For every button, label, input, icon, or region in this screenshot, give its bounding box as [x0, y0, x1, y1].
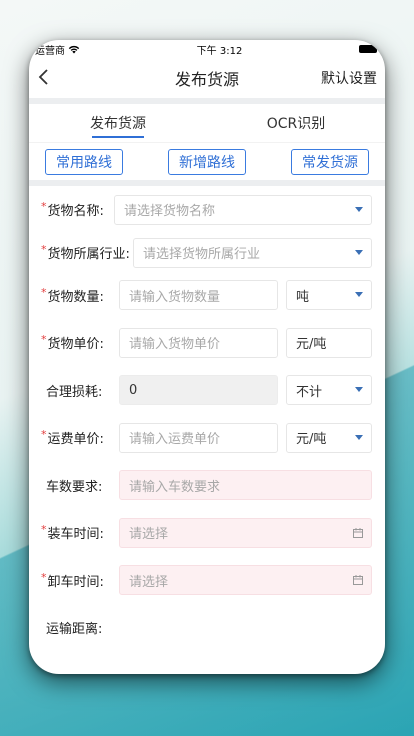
quantity-unit-select[interactable]: 吨: [286, 280, 372, 311]
quantity-input[interactable]: 请输入货物数量: [119, 280, 278, 311]
required-mark: *: [41, 243, 47, 256]
status-time: 下午 3:12: [196, 45, 243, 57]
loss-unit-value: 不计: [296, 384, 323, 400]
wifi-icon: [68, 45, 80, 54]
form-row-freight-price: * 运费单价: 请输入运费单价 元/吨: [41, 414, 373, 462]
calendar-icon: [353, 527, 363, 538]
quantity-label: 货物数量:: [47, 289, 104, 305]
calendar-icon: [353, 575, 363, 586]
freight-price-placeholder: 请输入运费单价: [129, 432, 221, 448]
caret-down-icon: [355, 249, 363, 255]
required-mark: *: [41, 333, 47, 347]
common-routes-button[interactable]: 常用路线: [45, 148, 123, 175]
caret-down-icon: [355, 434, 363, 440]
vehicles-input[interactable]: 请输入车数要求: [119, 470, 372, 501]
cargo-name-select[interactable]: 请选择货物名称: [114, 194, 372, 225]
industry-select[interactable]: 请选择货物所属行业: [133, 237, 372, 268]
required-mark: *: [41, 428, 47, 442]
unit-price-unit: 元/吨: [286, 327, 372, 358]
vehicles-placeholder: 请输入车数要求: [129, 479, 221, 495]
form-row-loss: 合理损耗: 0 不计: [41, 367, 373, 415]
freight-price-input[interactable]: 请输入运费单价: [119, 422, 278, 453]
caret-down-icon: [355, 206, 363, 212]
quantity-unit-value: 吨: [296, 289, 310, 305]
form-row-distance: 运输距离:: [41, 604, 373, 652]
load-time-picker[interactable]: 请选择: [119, 517, 372, 548]
status-bar: 运营商 下午 3:12: [29, 40, 385, 58]
loss-label: 合理损耗:: [46, 384, 103, 400]
page-title: 发布货源: [174, 70, 239, 89]
caret-down-icon: [355, 387, 363, 393]
caret-down-icon: [355, 292, 363, 298]
form-row-vehicles: 车数要求: 请输入车数要求: [41, 462, 373, 510]
chevron-left-icon[interactable]: [33, 66, 55, 88]
loss-unit-select[interactable]: 不计: [286, 375, 372, 406]
battery-icon: [358, 45, 377, 53]
tab-bar: 发布货源 OCR识别: [29, 104, 385, 142]
cargo-name-placeholder: 请选择货物名称: [124, 204, 216, 220]
nav-bar: 发布货源 默认设置: [29, 58, 385, 98]
form-row-industry: * 货物所属行业: 请选择货物所属行业: [41, 234, 373, 272]
unit-price-placeholder: 请输入货物单价: [129, 337, 221, 353]
cargo-form: * 货物名称: 请选择货物名称 * 货物所属行业: 请选择货物所属行业 * 货物数量:…: [29, 186, 385, 652]
unit-price-label: 货物单价:: [47, 337, 104, 353]
vehicles-label: 车数要求:: [46, 479, 103, 495]
loss-input: 0: [119, 375, 278, 406]
industry-placeholder: 请选择货物所属行业: [143, 247, 261, 262]
tab-publish-cargo[interactable]: 发布货源: [29, 104, 207, 142]
required-mark: *: [41, 200, 47, 214]
load-time-placeholder: 请选择: [129, 527, 169, 543]
form-row-unit-price: * 货物单价: 请输入货物单价 元/吨: [41, 319, 373, 367]
new-route-button[interactable]: 新增路线: [168, 148, 246, 175]
phone-screen: 运营商 下午 3:12 发布货源 默认设置 发布货源 OCR识别 常用路线 新增…: [29, 40, 385, 674]
quantity-placeholder: 请输入货物数量: [129, 289, 221, 305]
unit-price-unit-value: 元/吨: [296, 337, 327, 353]
required-mark: *: [41, 570, 47, 584]
required-mark: *: [41, 523, 47, 537]
freight-unit-value: 元/吨: [296, 432, 327, 448]
frequent-cargo-button[interactable]: 常发货源: [291, 148, 369, 175]
form-row-quantity: * 货物数量: 请输入货物数量 吨: [41, 272, 373, 320]
unload-time-picker[interactable]: 请选择: [119, 565, 372, 596]
quick-actions: 常用路线 新增路线 常发货源: [29, 142, 385, 180]
unit-price-input[interactable]: 请输入货物单价: [119, 327, 278, 358]
tab-ocr[interactable]: OCR识别: [207, 104, 385, 142]
form-row-unload-time: * 卸车时间: 请选择: [41, 557, 373, 605]
form-row-cargo-name: * 货物名称: 请选择货物名称: [41, 186, 373, 234]
freight-unit-select[interactable]: 元/吨: [286, 422, 372, 453]
freight-price-label: 运费单价:: [47, 432, 104, 448]
unload-time-label: 卸车时间:: [47, 574, 104, 590]
default-settings-button[interactable]: 默认设置: [321, 68, 377, 88]
industry-label: 货物所属行业:: [47, 247, 130, 262]
loss-value: 0: [129, 382, 138, 398]
carrier-label: 运营商: [35, 45, 65, 57]
unload-time-placeholder: 请选择: [129, 574, 169, 590]
load-time-label: 装车时间:: [47, 527, 104, 543]
distance-label: 运输距离:: [46, 622, 103, 638]
required-mark: *: [41, 285, 47, 299]
cargo-name-label: 货物名称:: [47, 204, 104, 220]
form-row-load-time: * 装车时间: 请选择: [41, 509, 373, 557]
